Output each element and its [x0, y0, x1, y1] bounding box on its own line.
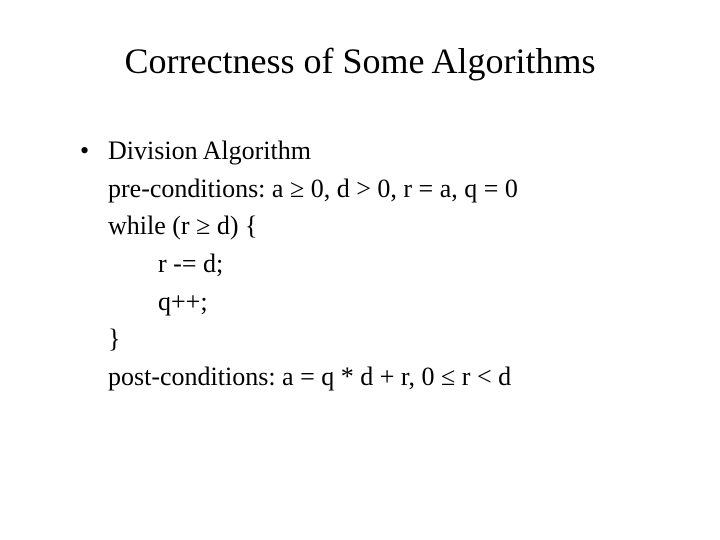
close-brace-line: } — [80, 320, 670, 358]
r-decrement-line: r -= d; — [80, 245, 670, 283]
preconditions-line: pre-conditions: a ≥ 0, d > 0, r = a, q =… — [80, 170, 670, 208]
slide-content: Division Algorithm pre-conditions: a ≥ 0… — [50, 132, 670, 396]
bullet-heading: Division Algorithm — [80, 132, 670, 170]
q-increment-line: q++; — [80, 283, 670, 321]
while-line: while (r ≥ d) { — [80, 207, 670, 245]
slide-title: Correctness of Some Algorithms — [50, 40, 670, 82]
slide-container: Correctness of Some Algorithms Division … — [0, 0, 720, 436]
postconditions-line: post-conditions: a = q * d + r, 0 ≤ r < … — [80, 358, 670, 396]
